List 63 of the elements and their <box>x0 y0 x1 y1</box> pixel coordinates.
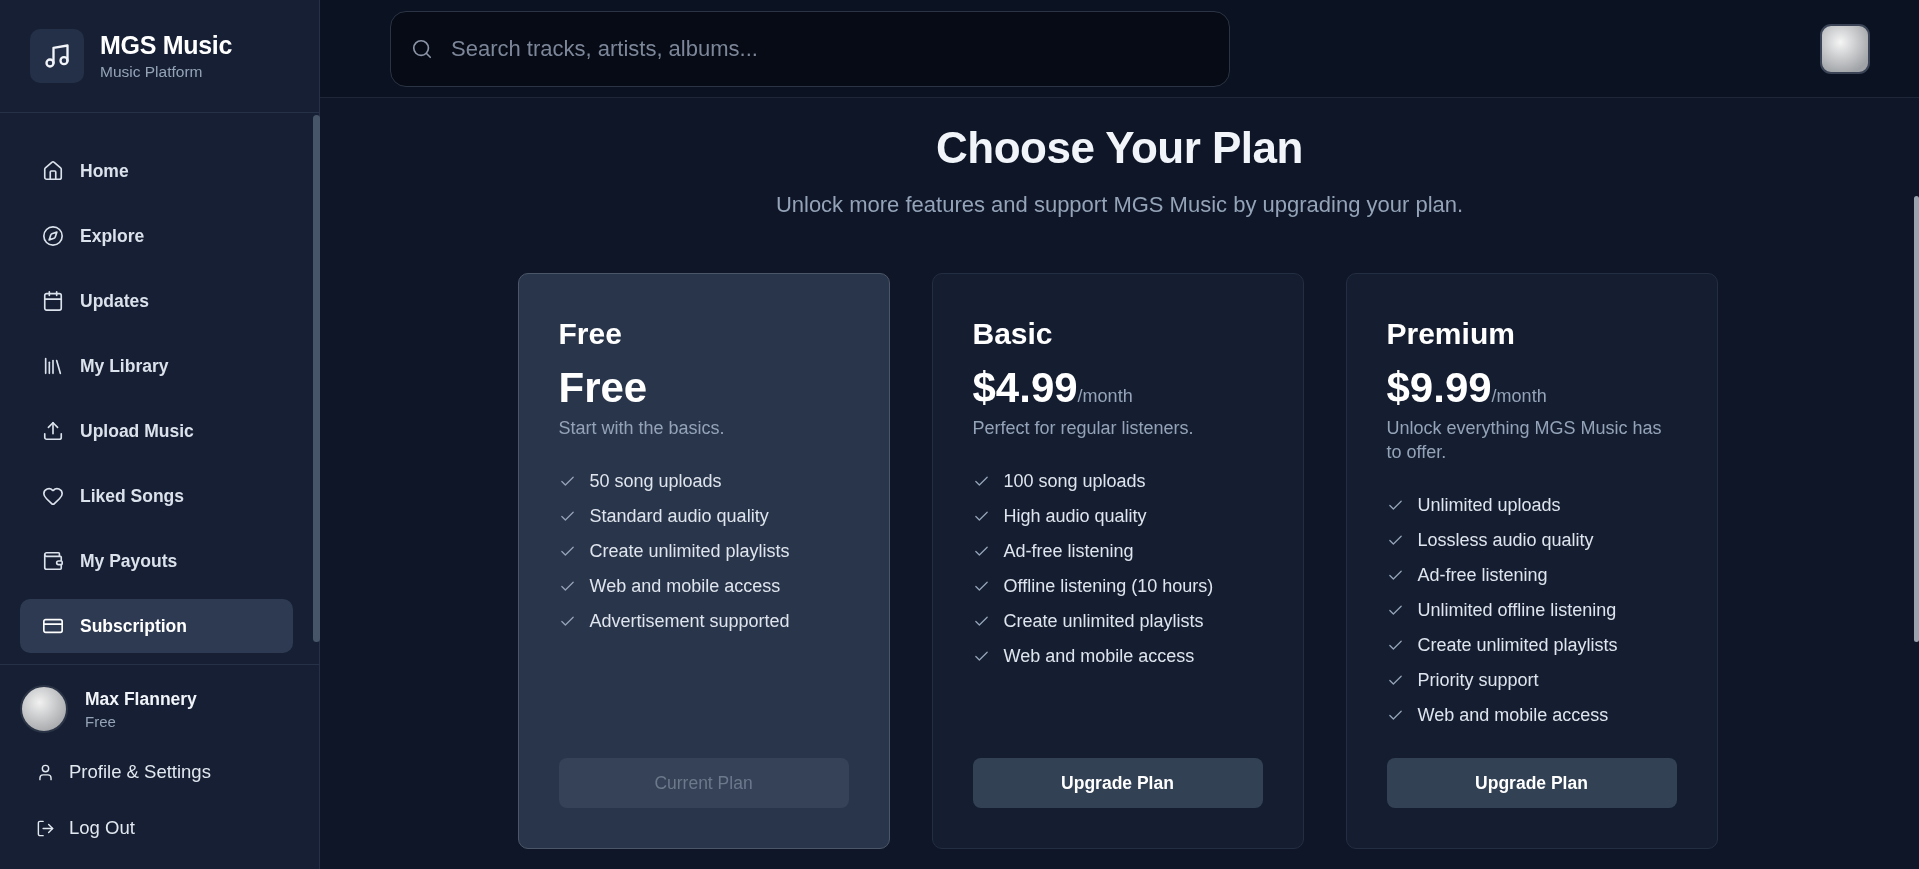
feature-text: High audio quality <box>1003 506 1147 527</box>
account-link[interactable]: Log Out <box>20 805 135 851</box>
feature-text: Ad-free listening <box>1003 541 1134 562</box>
page-subtitle: Unlock more features and support MGS Music by upgrading your plan. <box>775 191 1464 219</box>
price-period: /month <box>1491 386 1547 407</box>
avatar-image <box>20 685 68 733</box>
page-title: Choose Your Plan <box>936 122 1303 174</box>
nav-item[interactable]: Updates <box>20 274 293 328</box>
feature-text: 100 song uploads <box>1003 471 1146 492</box>
logout-icon <box>36 818 55 838</box>
feature-text: Create unlimited playlists <box>1003 611 1204 632</box>
feature-text: Unlimited offline listening <box>1417 600 1617 621</box>
brand-subtitle: Music Platform <box>100 63 204 81</box>
nav-item[interactable]: Home <box>20 144 293 198</box>
feature-text: Create unlimited playlists <box>1417 635 1618 656</box>
plan-button[interactable]: Upgrade Plan <box>972 758 1263 808</box>
search-field[interactable]: Search tracks, artists, albums... <box>390 10 1230 87</box>
scrollbar-thumb[interactable] <box>313 115 320 642</box>
music-note-icon <box>30 29 84 83</box>
compass-icon <box>42 225 64 247</box>
feature-text: Unlimited uploads <box>1417 495 1561 516</box>
user-plan: Free <box>85 712 117 730</box>
feature-text: Advertisement supported <box>589 611 790 632</box>
feature-text: Web and mobile access <box>1417 705 1609 726</box>
heart-icon <box>42 485 64 507</box>
plan-description: Unlock everything MGS Music has to offer. <box>1386 417 1663 464</box>
feature-text: Web and mobile access <box>589 576 781 597</box>
search-icon <box>411 37 433 60</box>
plan-price: Free <box>558 364 648 412</box>
user-name: Max Flannery <box>85 688 197 710</box>
brand-title: MGS Music <box>100 31 233 60</box>
avatar-image[interactable] <box>1820 23 1870 74</box>
nav-item[interactable]: My Payouts <box>20 534 293 588</box>
scrollbar-thumb[interactable] <box>1914 196 1919 642</box>
plan-description: Perfect for regular listeners. <box>972 417 1195 440</box>
nav-item[interactable]: My Library <box>20 339 293 393</box>
nav-item[interactable]: Upload Music <box>20 404 293 458</box>
feature-text: Lossless audio quality <box>1417 530 1594 551</box>
feature-text: 50 song uploads <box>589 471 722 492</box>
nav-item[interactable]: Subscription <box>20 599 293 653</box>
nav-item[interactable]: Explore <box>20 209 293 263</box>
plan-button[interactable]: Upgrade Plan <box>1386 758 1677 808</box>
calendar-icon <box>42 290 64 312</box>
plan-name: Free <box>558 316 623 352</box>
wallet-icon <box>42 550 64 572</box>
feature-text: Standard audio quality <box>589 506 769 527</box>
upload-icon <box>42 420 64 442</box>
nav-item[interactable]: Liked Songs <box>20 469 293 523</box>
feature-text: Create unlimited playlists <box>589 541 790 562</box>
library-icon <box>42 355 64 377</box>
feature-text: Offline listening (10 hours) <box>1003 576 1214 597</box>
plan-description: Start with the basics. <box>558 417 726 440</box>
plan-name: Basic <box>972 316 1054 352</box>
account-link[interactable]: Profile & Settings <box>20 749 211 795</box>
feature-text: Ad-free listening <box>1417 565 1548 586</box>
plan-price: $9.99 <box>1386 364 1492 412</box>
plan-name: Premium <box>1386 316 1516 352</box>
user-icon <box>36 762 55 782</box>
price-period: /month <box>1077 386 1133 407</box>
feature-text: Web and mobile access <box>1003 646 1195 667</box>
feature-text: Priority support <box>1417 670 1539 691</box>
plan-price: $4.99 <box>972 364 1078 412</box>
home-icon <box>42 160 64 182</box>
